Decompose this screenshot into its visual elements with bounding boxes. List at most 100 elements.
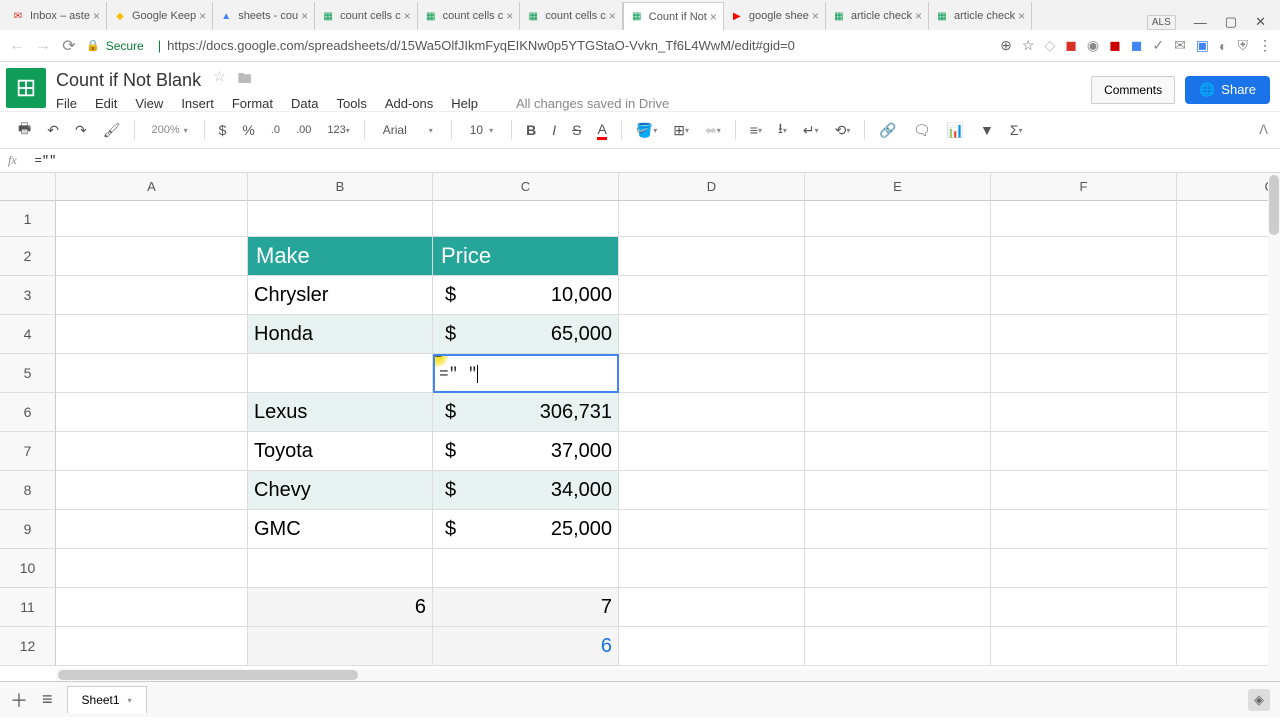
cell[interactable] [1177, 510, 1280, 549]
paint-format-icon[interactable]: 🖌 [97, 118, 127, 143]
browser-tab[interactable]: ▲sheets - cou× [213, 2, 315, 30]
currency-icon[interactable]: $ [213, 118, 233, 142]
vertical-scrollbar[interactable] [1268, 173, 1280, 681]
cell[interactable] [248, 627, 433, 666]
cell[interactable] [56, 510, 248, 549]
cell[interactable] [991, 201, 1177, 237]
column-header[interactable]: F [991, 173, 1177, 201]
cell[interactable] [991, 471, 1177, 510]
close-icon[interactable]: × [298, 9, 308, 23]
cell[interactable] [1177, 627, 1280, 666]
strikethrough-icon[interactable]: S [566, 118, 587, 142]
cell[interactable] [991, 432, 1177, 471]
cell-make[interactable]: Chrysler [248, 276, 433, 315]
cell[interactable] [1177, 354, 1280, 393]
row-header[interactable]: 3 [0, 276, 56, 315]
cell[interactable] [619, 315, 805, 354]
close-icon[interactable]: × [90, 9, 100, 23]
row-header[interactable]: 10 [0, 549, 56, 588]
bold-icon[interactable]: B [520, 118, 542, 142]
cell[interactable] [619, 237, 805, 276]
cell[interactable] [619, 510, 805, 549]
filter-icon[interactable]: ▼ [974, 118, 1000, 142]
share-button[interactable]: 🌐 Share [1185, 76, 1270, 104]
fill-color-icon[interactable]: 🪣▾ [630, 118, 663, 143]
cell[interactable] [805, 549, 991, 588]
cell[interactable] [805, 354, 991, 393]
menu-help[interactable]: Help [451, 96, 478, 111]
cell-price[interactable]: $34,000 [433, 471, 619, 510]
row-header[interactable]: 5 [0, 354, 56, 393]
cell[interactable] [1177, 315, 1280, 354]
document-title[interactable]: Count if Not Blank [56, 70, 201, 91]
cell[interactable] [805, 201, 991, 237]
cell[interactable] [991, 549, 1177, 588]
cell-price[interactable]: $37,000 [433, 432, 619, 471]
menu-addons[interactable]: Add-ons [385, 96, 433, 111]
cell[interactable] [1177, 201, 1280, 237]
decrease-decimal-icon[interactable]: .0 [265, 120, 286, 140]
star-icon[interactable]: ☆ [213, 68, 226, 92]
close-icon[interactable]: × [809, 9, 819, 23]
chart-icon[interactable]: 📊 [941, 118, 970, 143]
merge-icon[interactable]: ⬌▾ [699, 118, 727, 143]
cell-count[interactable]: 6 [433, 627, 619, 666]
ext-icon[interactable]: ◇ [1044, 37, 1055, 54]
increase-decimal-icon[interactable]: .00 [290, 120, 317, 140]
cell[interactable] [991, 276, 1177, 315]
cell[interactable] [1177, 432, 1280, 471]
all-sheets-button[interactable]: ≡ [42, 689, 53, 710]
forward-button[interactable]: → [34, 37, 52, 55]
cell[interactable] [991, 588, 1177, 627]
undo-icon[interactable]: ↶ [41, 118, 65, 143]
close-icon[interactable]: × [707, 10, 717, 24]
borders-icon[interactable]: ⊞▾ [667, 118, 695, 143]
maximize-icon[interactable]: ▢ [1225, 14, 1237, 30]
cell[interactable] [1177, 276, 1280, 315]
cell-make[interactable]: Toyota [248, 432, 433, 471]
column-header[interactable]: E [805, 173, 991, 201]
ext-icon[interactable]: ⛨ [1238, 37, 1249, 54]
cell-count[interactable]: 7 [433, 588, 619, 627]
add-sheet-button[interactable]: ＋ [10, 687, 28, 713]
reload-button[interactable]: ⟳ [60, 36, 78, 56]
menu-tools[interactable]: Tools [336, 96, 366, 111]
chevron-down-icon[interactable]: ▾ [128, 696, 132, 705]
ext-icon[interactable]: ✓ [1152, 37, 1164, 54]
sheet-tab[interactable]: Sheet1 ▾ [67, 686, 147, 713]
ext-icon[interactable]: ◼ [1065, 37, 1077, 54]
row-header[interactable]: 6 [0, 393, 56, 432]
cell[interactable] [56, 315, 248, 354]
browser-tab[interactable]: ▦count cells c× [315, 2, 418, 30]
menu-edit[interactable]: Edit [95, 96, 117, 111]
cell[interactable] [56, 354, 248, 393]
cell[interactable] [805, 276, 991, 315]
cell-price[interactable]: $306,731 [433, 393, 619, 432]
font-size-select[interactable]: 10▾ [460, 123, 503, 137]
cell[interactable] [433, 201, 619, 237]
url-input[interactable]: 🔒 Secure | https://docs.google.com/sprea… [86, 38, 992, 53]
cell[interactable] [991, 627, 1177, 666]
menu-view[interactable]: View [135, 96, 163, 111]
cell[interactable] [619, 627, 805, 666]
cell[interactable] [56, 432, 248, 471]
cell[interactable] [56, 393, 248, 432]
row-header[interactable]: 7 [0, 432, 56, 471]
cell[interactable] [805, 432, 991, 471]
star-icon[interactable]: ☆ [1022, 37, 1035, 54]
italic-icon[interactable]: I [546, 118, 562, 142]
row-header[interactable]: 11 [0, 588, 56, 627]
cell-make[interactable]: GMC [248, 510, 433, 549]
cell[interactable] [248, 201, 433, 237]
rotate-icon[interactable]: ⟲▾ [829, 118, 857, 143]
row-header[interactable]: 2 [0, 237, 56, 276]
formula-input[interactable]: ="" [35, 154, 57, 168]
column-header[interactable]: B [248, 173, 433, 201]
column-header[interactable]: D [619, 173, 805, 201]
font-select[interactable]: Arial▾ [373, 123, 443, 137]
cell[interactable] [1177, 471, 1280, 510]
comments-button[interactable]: Comments [1091, 76, 1175, 104]
row-header[interactable]: 9 [0, 510, 56, 549]
folder-icon[interactable]: 🖿 [238, 68, 252, 92]
close-icon[interactable]: × [606, 9, 616, 23]
